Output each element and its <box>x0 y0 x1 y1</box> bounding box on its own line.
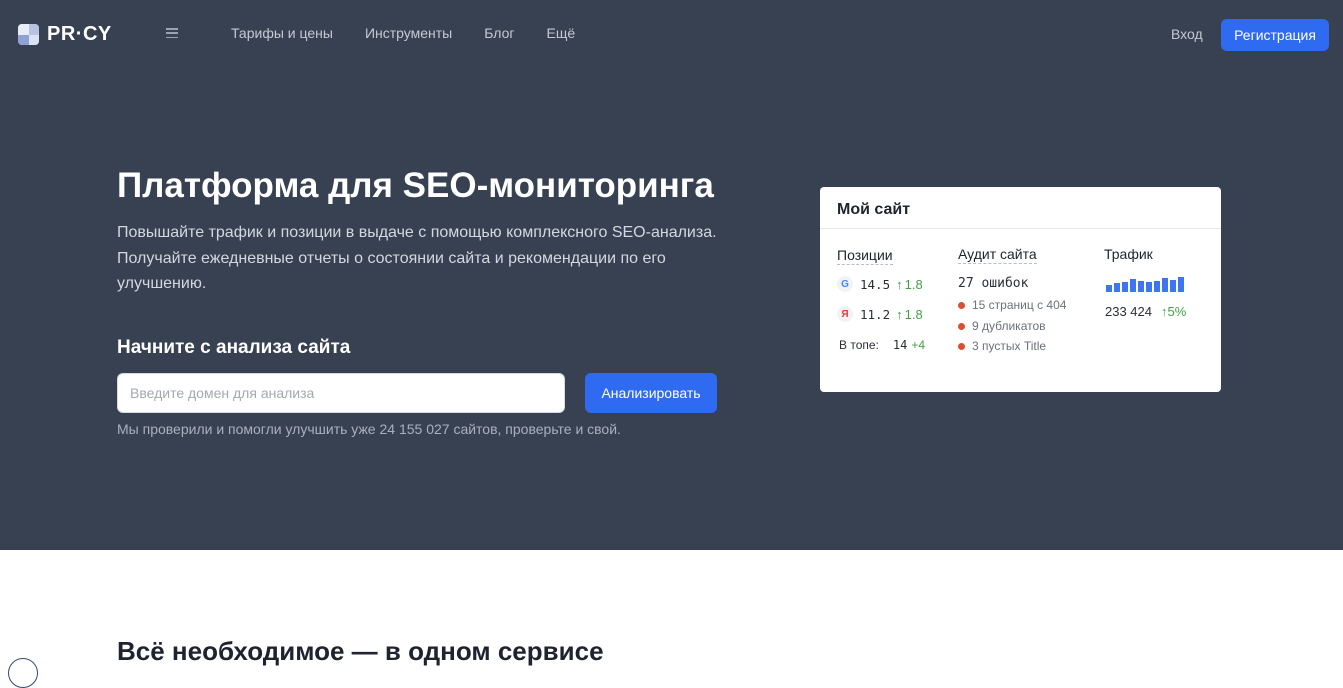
yandex-position-row: Я 11.2 ↑ 1.8 <box>837 306 923 322</box>
traffic-bar <box>1154 281 1160 292</box>
google-position-delta: ↑ 1.8 <box>896 276 923 292</box>
arrow-up-icon: ↑ <box>896 276 903 292</box>
nav-item-tools[interactable]: Инструменты <box>365 25 452 41</box>
hero-title: Платформа для SEO-мониторинга <box>117 166 714 205</box>
card-divider <box>820 228 1221 229</box>
traffic-bar <box>1162 278 1168 292</box>
hero-section: PR·CY Тарифы и цены Инструменты Блог Ещё… <box>0 0 1343 550</box>
audit-header[interactable]: Аудит сайта <box>958 246 1037 264</box>
traffic-header[interactable]: Трафик <box>1104 246 1153 263</box>
login-link[interactable]: Вход <box>1171 26 1203 42</box>
in-top-row: В топе: 14 +4 <box>839 338 925 352</box>
yandex-position-value: 11.2 <box>860 306 891 322</box>
yandex-position-delta: ↑ 1.8 <box>896 306 923 322</box>
google-position-row: G 14.5 ↑ 1.8 <box>837 276 923 292</box>
audit-item: 15 страниц с 404 <box>958 298 1066 312</box>
nav-item-more[interactable]: Ещё <box>546 25 575 41</box>
nav-item-blog[interactable]: Блог <box>484 25 514 41</box>
traffic-bar <box>1178 277 1184 292</box>
in-top-label: В топе: <box>839 338 879 352</box>
traffic-value: 233 424 <box>1105 304 1152 319</box>
section-title: Всё необходимое — в одном сервисе <box>117 636 604 666</box>
start-analysis-title: Начните с анализа сайта <box>117 337 351 358</box>
nav-item-pricing[interactable]: Тарифы и цены <box>231 25 333 41</box>
in-top-value: 14 <box>892 338 908 352</box>
traffic-bar-chart <box>1106 277 1184 292</box>
register-button[interactable]: Регистрация <box>1221 19 1329 51</box>
traffic-bar <box>1170 280 1176 292</box>
circle-icon <box>8 658 38 688</box>
checked-sites-note: Мы проверили и помогли улучшить уже 24 1… <box>117 421 621 437</box>
error-dot-icon <box>958 322 965 330</box>
traffic-delta: ↑5% <box>1161 304 1187 319</box>
in-top-delta: +4 <box>911 338 926 352</box>
domain-input[interactable] <box>117 373 565 413</box>
audit-item: 9 дубликатов <box>958 319 1046 333</box>
traffic-bar <box>1106 285 1112 292</box>
google-icon: G <box>837 276 853 292</box>
audit-errors: 27 ошибок <box>958 276 1029 291</box>
google-position-value: 14.5 <box>860 276 891 292</box>
error-dot-icon <box>958 301 965 309</box>
arrow-up-icon: ↑ <box>896 306 903 322</box>
logo-mark-icon <box>18 24 39 45</box>
my-site-card: Мой сайт Позиции G 14.5 ↑ 1.8 Я 11.2 ↑ 1.8… <box>820 187 1221 392</box>
analyze-button[interactable]: Анализировать <box>585 373 717 413</box>
positions-header[interactable]: Позиции <box>837 247 893 265</box>
main-nav: Тарифы и цены Инструменты Блог Ещё <box>231 25 575 41</box>
hamburger-icon[interactable] <box>166 27 178 39</box>
logo-text: PR·CY <box>47 23 112 45</box>
audit-item: 3 пустых Title <box>958 339 1046 353</box>
card-title: Мой сайт <box>837 201 911 218</box>
logo[interactable]: PR·CY <box>18 23 112 46</box>
traffic-bar <box>1130 279 1136 292</box>
hero-subtitle: Повышайте трафик и позиции в выдаче с по… <box>117 224 717 292</box>
traffic-bar <box>1114 283 1120 292</box>
traffic-bar <box>1146 282 1152 292</box>
error-dot-icon <box>958 342 965 350</box>
traffic-bar <box>1138 281 1144 292</box>
yandex-icon: Я <box>837 306 853 322</box>
traffic-bar <box>1122 282 1128 292</box>
